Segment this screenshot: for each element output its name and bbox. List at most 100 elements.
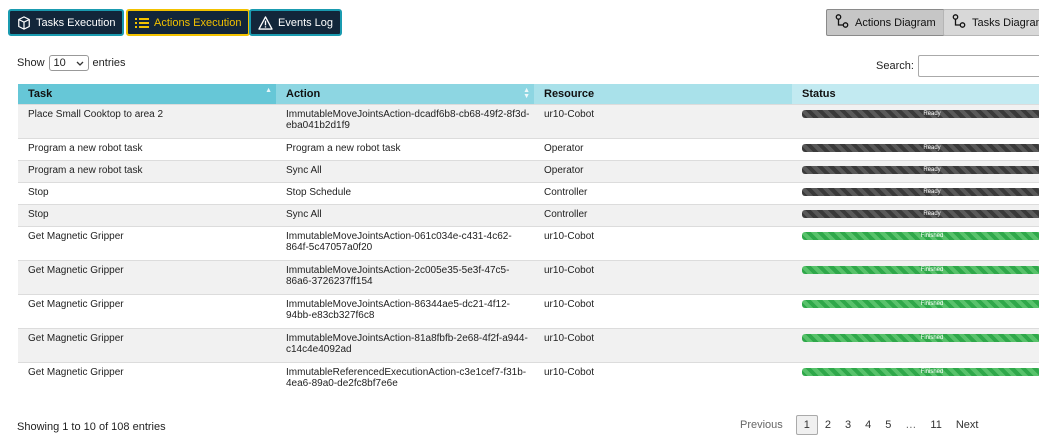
cell-action: Sync All (276, 204, 534, 227)
page-button-1[interactable]: 1 (795, 415, 818, 435)
status-progress-bar: Finished (802, 368, 1039, 376)
cell-resource: ur10-Cobot (534, 260, 792, 295)
status-progress-bar: Finished (802, 334, 1039, 342)
status-progress-bar: Ready (802, 166, 1039, 174)
table-row[interactable]: Program a new robot task Program a new r… (18, 138, 1039, 161)
cell-resource: ur10-Cobot (534, 328, 792, 363)
status-progress-bar: Ready (802, 188, 1039, 196)
cell-task: Program a new robot task (18, 160, 276, 183)
previous-page-button[interactable]: Previous (733, 415, 790, 435)
table-row[interactable]: Place Small Cooktop to area 2 ImmutableM… (18, 104, 1039, 139)
actions-diagram-button[interactable]: Actions Diagram (826, 9, 945, 36)
status-progress-bar: Ready (802, 144, 1039, 152)
tasks-diagram-button[interactable]: Tasks Diagram (943, 9, 1039, 36)
cell-task: Stop (18, 182, 276, 205)
column-header-task[interactable]: Task ▲ (18, 84, 276, 105)
diagram-icon (835, 14, 849, 31)
cell-status: Ready (792, 104, 1039, 139)
table-row[interactable]: Stop Sync All Controller Ready (18, 204, 1039, 227)
cell-task: Get Magnetic Gripper (18, 294, 276, 329)
show-label: Show (17, 57, 45, 69)
tasks-execution-label: Tasks Execution (36, 16, 116, 29)
pagination: Previous 1 2 3 4 5 … 11 Next (733, 415, 985, 435)
column-header-action[interactable]: Action ▲ ▼ (276, 84, 534, 105)
tasks-diagram-label: Tasks Diagram (972, 16, 1039, 29)
cell-status: Finished (792, 362, 1039, 397)
cell-action: Program a new robot task (276, 138, 534, 161)
list-icon (135, 17, 149, 29)
page-ellipsis: … (905, 419, 917, 431)
page-button-3[interactable]: 3 (838, 415, 858, 435)
cell-status: Finished (792, 294, 1039, 329)
cell-task: Place Small Cooktop to area 2 (18, 104, 276, 139)
table-row[interactable]: Get Magnetic Gripper ImmutableMoveJoints… (18, 294, 1039, 329)
search-input[interactable] (917, 55, 1039, 77)
cell-resource: ur10-Cobot (534, 362, 792, 397)
chevron-down-icon (76, 57, 84, 69)
cell-status: Ready (792, 138, 1039, 161)
column-header-status[interactable]: Status (792, 84, 1039, 105)
cell-resource: ur10-Cobot (534, 104, 792, 139)
sort-asc-icon: ▲ (265, 87, 272, 94)
cell-resource: ur10-Cobot (534, 294, 792, 329)
status-progress-bar: Ready (802, 210, 1039, 218)
status-progress-bar: Ready (802, 110, 1039, 118)
cell-status: Finished (792, 226, 1039, 261)
status-progress-bar: Finished (802, 300, 1039, 308)
page-button-2[interactable]: 2 (818, 415, 838, 435)
cell-action: ImmutableReferencedExecutionAction-c3e1c… (276, 362, 534, 397)
cell-action: ImmutableMoveJointsAction-dcadf6b8-cb68-… (276, 104, 534, 139)
cell-resource: Controller (534, 182, 792, 205)
cell-action: ImmutableMoveJointsAction-86344ae5-dc21-… (276, 294, 534, 329)
table-row[interactable]: Program a new robot task Sync All Operat… (18, 160, 1039, 183)
table-row[interactable]: Get Magnetic Gripper ImmutableMoveJoints… (18, 226, 1039, 261)
column-header-resource-label: Resource (544, 88, 595, 100)
column-header-task-label: Task (28, 88, 53, 100)
cell-status: Finished (792, 328, 1039, 363)
events-log-button[interactable]: Events Log (249, 9, 343, 36)
cell-status: Ready (792, 160, 1039, 183)
cube-icon (17, 15, 31, 30)
events-log-label: Events Log (278, 16, 334, 29)
column-header-status-label: Status (802, 88, 836, 100)
cell-task: Get Magnetic Gripper (18, 226, 276, 261)
cell-task: Stop (18, 204, 276, 227)
cell-action: ImmutableMoveJointsAction-061c034e-c431-… (276, 226, 534, 261)
cell-resource: Operator (534, 160, 792, 183)
table-row[interactable]: Stop Stop Schedule Controller Ready (18, 182, 1039, 205)
cell-status: Ready (792, 204, 1039, 227)
page-button-4[interactable]: 4 (858, 415, 878, 435)
cell-task: Get Magnetic Gripper (18, 328, 276, 363)
page-button-11[interactable]: 11 (923, 415, 948, 435)
page-button-5[interactable]: 5 (878, 415, 898, 435)
table-row[interactable]: Get Magnetic Gripper ImmutableReferenced… (18, 362, 1039, 397)
diagram-icon (952, 14, 966, 31)
column-header-action-label: Action (286, 88, 321, 100)
warning-icon (258, 15, 273, 30)
table-row[interactable]: Get Magnetic Gripper ImmutableMoveJoints… (18, 260, 1039, 295)
cell-task: Get Magnetic Gripper (18, 260, 276, 295)
entries-select-value: 10 (53, 57, 66, 69)
entries-select[interactable]: 10 (48, 55, 89, 71)
search-control: Search: (876, 55, 1039, 77)
search-label: Search: (876, 60, 914, 72)
top-toolbar: Tasks Execution Actions Execution Events… (0, 0, 1039, 44)
actions-execution-button[interactable]: Actions Execution (126, 9, 251, 36)
actions-table: Task ▲ Action ▲ ▼ Resource Status Place S… (18, 84, 1039, 397)
table-info: Showing 1 to 10 of 108 entries (17, 421, 166, 433)
cell-status: Ready (792, 182, 1039, 205)
actions-execution-label: Actions Execution (154, 16, 242, 29)
next-page-button[interactable]: Next (949, 415, 986, 435)
column-header-resource[interactable]: Resource (534, 84, 792, 105)
entries-label: entries (92, 57, 126, 69)
status-progress-bar: Finished (802, 232, 1039, 240)
table-header-row: Task ▲ Action ▲ ▼ Resource Status (18, 84, 1039, 105)
tasks-execution-button[interactable]: Tasks Execution (8, 9, 125, 36)
cell-task: Program a new robot task (18, 138, 276, 161)
sort-both-icon: ▲ ▼ (523, 87, 530, 100)
cell-action: ImmutableMoveJointsAction-2c005e35-5e3f-… (276, 260, 534, 295)
cell-status: Finished (792, 260, 1039, 295)
cell-resource: ur10-Cobot (534, 226, 792, 261)
entries-length-control: Show 10 entries (17, 55, 126, 71)
table-row[interactable]: Get Magnetic Gripper ImmutableMoveJoints… (18, 328, 1039, 363)
